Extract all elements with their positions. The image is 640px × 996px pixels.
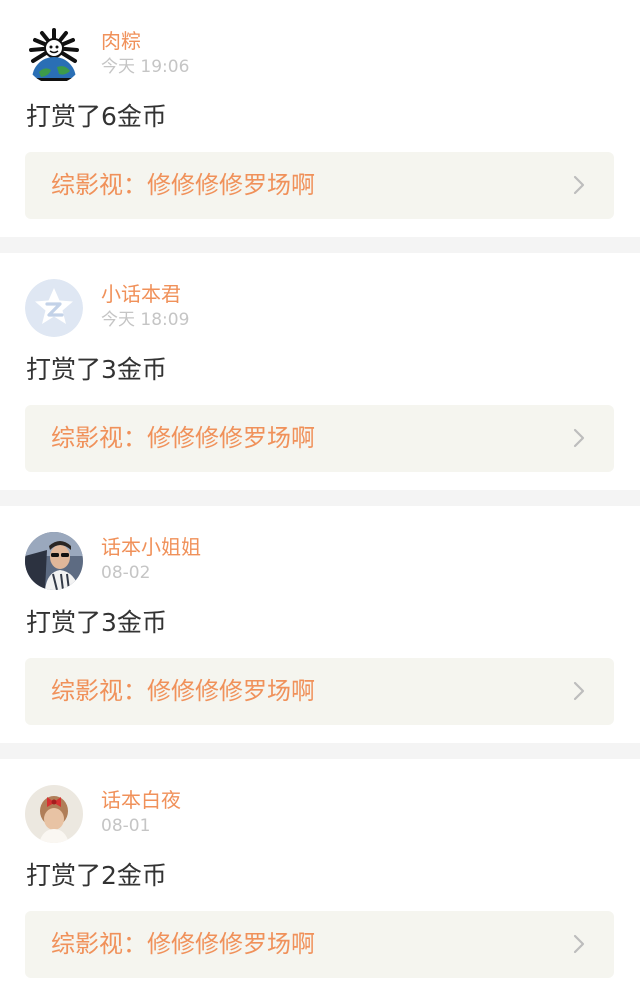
chevron-right-icon: [568, 427, 590, 449]
reward-item: 话本白夜 08-01 打赏了2金币 综影视：修修修修罗场啊: [0, 759, 640, 996]
item-divider: [0, 490, 640, 506]
qq-default-avatar-icon[interactable]: [25, 279, 83, 337]
work-link-card[interactable]: 综影视：修修修修罗场啊: [25, 658, 614, 725]
timestamp: 08-02: [101, 563, 151, 583]
photo-avatar-sunglasses-icon[interactable]: [25, 532, 83, 590]
chevron-right-icon: [568, 680, 590, 702]
reward-text: 打赏了2金币: [26, 861, 167, 890]
reward-text: 打赏了3金币: [26, 608, 167, 637]
username[interactable]: 肉粽: [101, 28, 141, 54]
reward-item: 小话本君 今天 18:09 打赏了3金币 综影视：修修修修罗场啊: [0, 253, 640, 490]
chevron-right-icon: [568, 174, 590, 196]
photo-avatar-hair-bow-icon[interactable]: [25, 785, 83, 843]
work-link-card[interactable]: 综影视：修修修修罗场啊: [25, 152, 614, 219]
username[interactable]: 小话本君: [101, 281, 181, 307]
work-title: 综影视：修修修修罗场啊: [51, 930, 315, 958]
work-title: 综影视：修修修修罗场啊: [51, 171, 315, 199]
reward-item: 话本小姐姐 08-02 打赏了3金币 综影视：修修修修罗场啊: [0, 506, 640, 743]
reward-text: 打赏了3金币: [26, 355, 167, 384]
reward-feed: 肉粽 今天 19:06 打赏了6金币 综影视：修修修修罗场啊 小话本君 今天 1…: [0, 0, 640, 996]
item-divider: [0, 743, 640, 759]
reward-text: 打赏了6金币: [26, 102, 167, 131]
work-link-card[interactable]: 综影视：修修修修罗场啊: [25, 911, 614, 978]
username[interactable]: 话本小姐姐: [101, 534, 201, 560]
username[interactable]: 话本白夜: [101, 787, 181, 813]
reward-item: 肉粽 今天 19:06 打赏了6金币 综影视：修修修修罗场啊: [0, 0, 640, 237]
work-title: 综影视：修修修修罗场啊: [51, 424, 315, 452]
item-divider: [0, 237, 640, 253]
work-title: 综影视：修修修修罗场啊: [51, 677, 315, 705]
cartoon-globe-avatar-icon[interactable]: [25, 26, 83, 84]
timestamp: 今天 18:09: [101, 310, 190, 330]
timestamp: 今天 19:06: [101, 57, 190, 77]
timestamp: 08-01: [101, 816, 151, 836]
chevron-right-icon: [568, 933, 590, 955]
work-link-card[interactable]: 综影视：修修修修罗场啊: [25, 405, 614, 472]
